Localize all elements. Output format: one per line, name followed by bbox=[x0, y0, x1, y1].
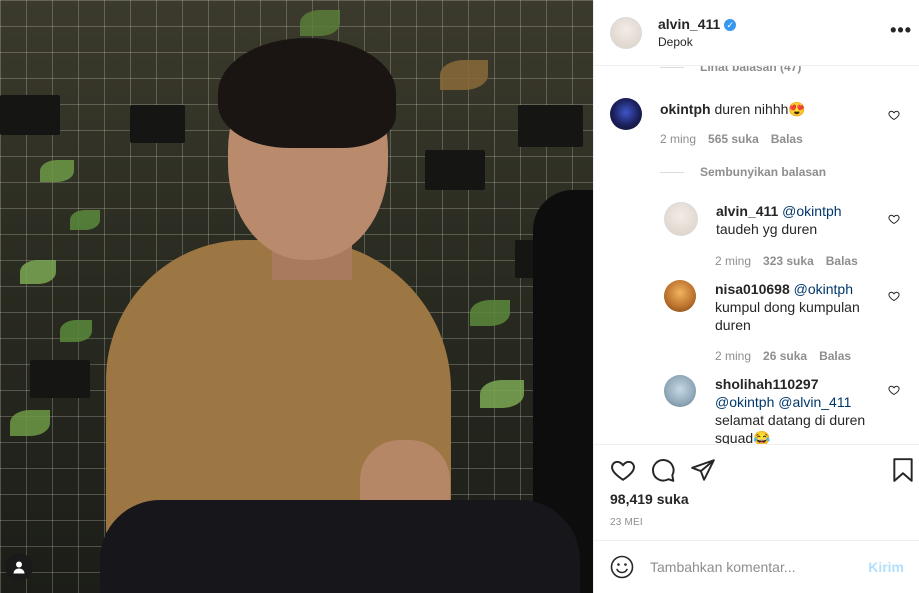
comment-meta: 2 ming 565 suka Balas bbox=[660, 132, 803, 146]
comment-time[interactable]: 2 ming bbox=[660, 132, 696, 146]
reply-text: selamat datang di duren squad😂 bbox=[715, 412, 866, 444]
view-replies-link[interactable]: Lihat balasan (47) bbox=[660, 66, 801, 74]
reply-mention[interactable]: @okintph bbox=[794, 281, 853, 297]
comment-likes[interactable]: 565 suka bbox=[708, 132, 759, 146]
share-icon[interactable] bbox=[690, 457, 716, 483]
plant-leaf bbox=[70, 210, 100, 230]
comment-item: okintph duren nihhh😍 bbox=[610, 98, 806, 130]
reply-username[interactable]: sholihah110297 bbox=[715, 376, 819, 392]
avatar[interactable] bbox=[610, 16, 642, 49]
reply-mention[interactable]: @okintph bbox=[782, 203, 841, 219]
heart-icon[interactable] bbox=[888, 213, 900, 225]
verified-badge-icon: ✓ bbox=[724, 19, 737, 31]
avatar[interactable] bbox=[664, 280, 696, 312]
reply-likes[interactable]: 26 suka bbox=[763, 349, 807, 363]
person-pants bbox=[100, 500, 580, 593]
plant-leaf bbox=[60, 320, 92, 342]
plant-leaf bbox=[470, 300, 510, 326]
user-tag-icon[interactable] bbox=[5, 553, 33, 581]
reply-button[interactable]: Balas bbox=[771, 132, 803, 146]
reply-button[interactable]: Balas bbox=[826, 254, 858, 268]
likes-count[interactable]: 98,419 suka bbox=[610, 491, 689, 507]
post-actions: 98,419 suka 23 MEI bbox=[594, 444, 919, 540]
plant-leaf bbox=[40, 160, 74, 182]
avatar[interactable] bbox=[664, 202, 698, 236]
reply-item: alvin_411 @okintph taudeh yg duren bbox=[664, 202, 896, 238]
heart-icon[interactable] bbox=[888, 384, 900, 396]
plant-pot bbox=[0, 95, 60, 135]
reply-username[interactable]: nisa010698 bbox=[715, 281, 790, 297]
add-comment-bar: Kirim bbox=[594, 540, 919, 593]
plant-pot bbox=[130, 105, 185, 143]
reply-mention[interactable]: @okintph @alvin_411 bbox=[715, 394, 851, 410]
plant-pot bbox=[518, 105, 583, 147]
avatar[interactable] bbox=[664, 375, 696, 407]
reply-text: kumpul dong kumpulan duren bbox=[715, 299, 860, 333]
post-date[interactable]: 23 MEI bbox=[610, 517, 643, 528]
post-comment-button[interactable]: Kirim bbox=[868, 559, 904, 575]
heart-icon[interactable] bbox=[888, 290, 900, 302]
bookmark-icon[interactable] bbox=[890, 457, 916, 483]
post-location[interactable]: Depok bbox=[658, 35, 736, 49]
thread-line bbox=[660, 67, 684, 69]
reply-time[interactable]: 2 ming bbox=[715, 349, 751, 363]
reply-time[interactable]: 2 ming bbox=[715, 254, 751, 268]
comment-icon[interactable] bbox=[650, 457, 676, 483]
reply-item: nisa010698 @okintph kumpul dong kumpulan… bbox=[664, 280, 885, 334]
reply-item: sholihah110297 @okintph @alvin_411 selam… bbox=[664, 375, 885, 444]
plant-leaf bbox=[440, 60, 488, 90]
comment-text: duren nihhh😍 bbox=[714, 101, 806, 117]
thread-line bbox=[660, 172, 684, 174]
hide-replies-link[interactable]: Sembunyikan balasan bbox=[660, 165, 826, 179]
plant-leaf bbox=[300, 10, 340, 36]
plant-pot bbox=[30, 360, 90, 398]
heart-icon[interactable] bbox=[888, 109, 900, 121]
avatar[interactable] bbox=[610, 98, 642, 130]
plant-pot bbox=[425, 150, 485, 190]
comment-input[interactable] bbox=[650, 559, 869, 575]
post-photo[interactable] bbox=[0, 0, 593, 593]
plant-leaf bbox=[10, 410, 50, 436]
person-hair bbox=[218, 38, 396, 148]
reply-meta: 2 ming 26 suka Balas bbox=[715, 349, 851, 363]
emoji-icon[interactable] bbox=[610, 555, 634, 579]
reply-text: taudeh yg duren bbox=[716, 221, 818, 237]
reply-meta: 2 ming 323 suka Balas bbox=[715, 254, 858, 268]
owner-username[interactable]: alvin_411 bbox=[658, 16, 720, 32]
post-header: alvin_411 ✓ Depok ••• bbox=[594, 0, 919, 66]
more-options-icon[interactable]: ••• bbox=[890, 20, 912, 41]
reply-likes[interactable]: 323 suka bbox=[763, 254, 814, 268]
plant-leaf bbox=[480, 380, 524, 408]
comment-username[interactable]: okintph bbox=[660, 101, 711, 117]
reply-button[interactable]: Balas bbox=[819, 349, 851, 363]
comments-list[interactable]: Lihat balasan (47) okintph duren nihhh😍 … bbox=[594, 66, 919, 444]
post-side-panel: alvin_411 ✓ Depok ••• Lihat balasan (47) … bbox=[593, 0, 919, 593]
reply-username[interactable]: alvin_411 bbox=[716, 203, 778, 219]
plant-leaf bbox=[20, 260, 56, 284]
heart-icon[interactable] bbox=[610, 457, 636, 483]
